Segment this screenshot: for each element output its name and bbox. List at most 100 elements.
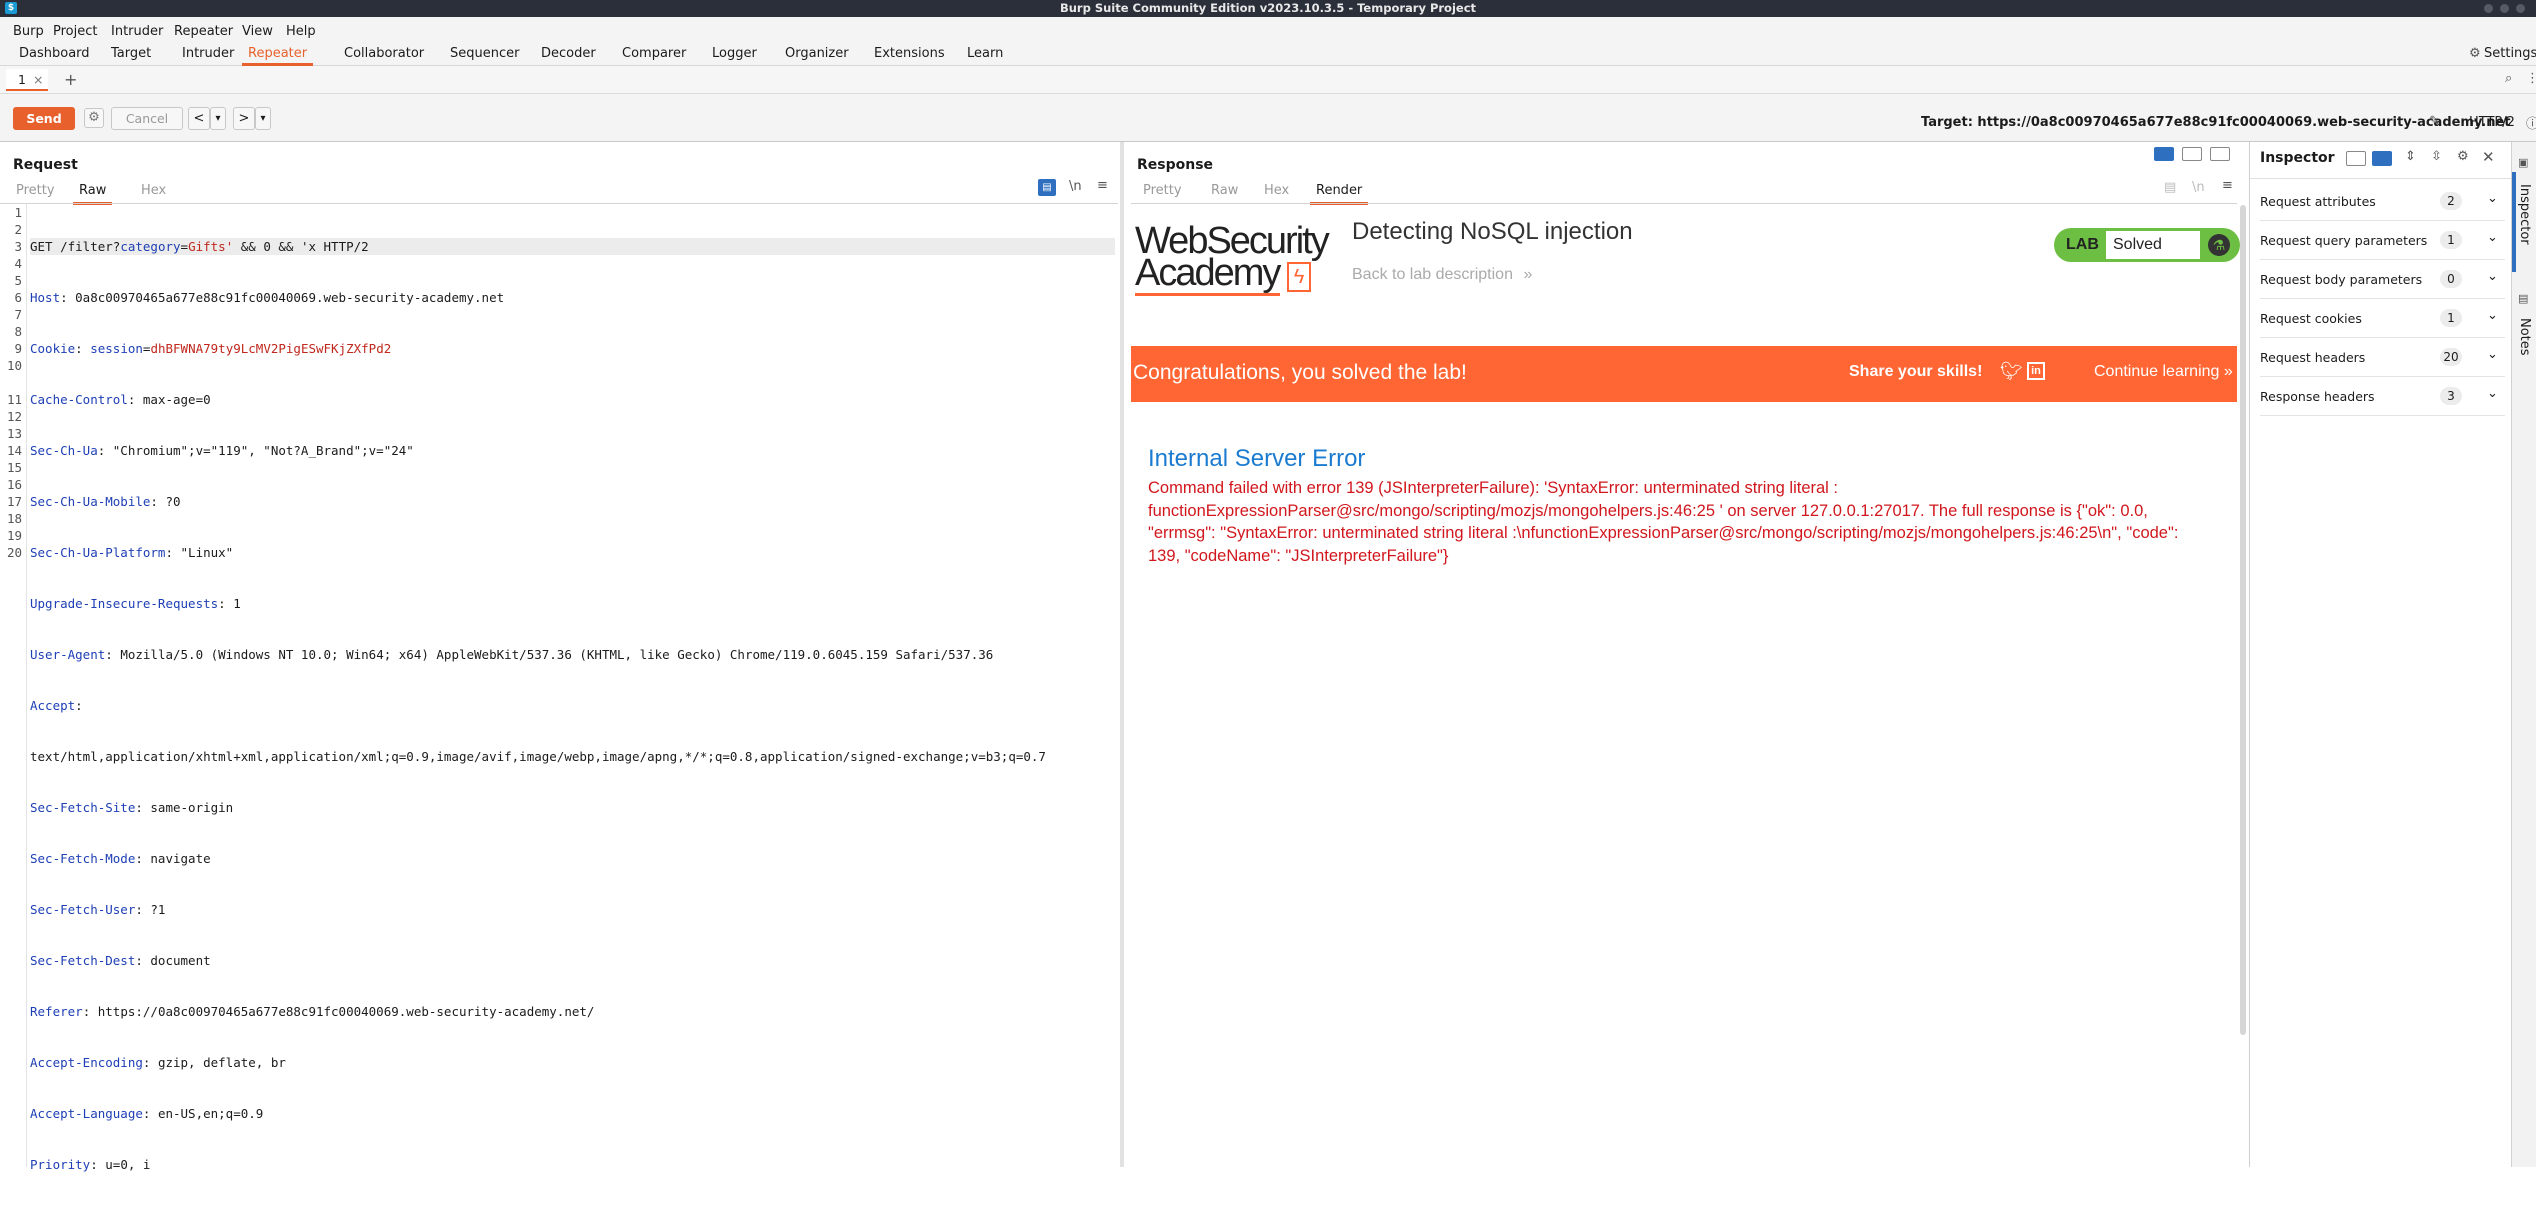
request-line: GET /filter?category=Gifts' && 0 && 'x H… [30,238,1115,255]
search-icon[interactable]: ⌕ [2505,71,2512,86]
tab-extensions[interactable]: Extensions [874,44,945,66]
header-sec-fetch-site: Sec-Fetch-Site: same-origin [30,800,234,815]
header-host: Host: 0a8c00970465a677e88c91fc00040069.w… [30,290,505,305]
response-title: Response [1137,157,1214,173]
tab-learn[interactable]: Learn [967,44,1003,66]
double-chevron-icon: » [1523,266,1533,283]
maximize-icon[interactable] [2500,4,2509,13]
minimize-icon[interactable] [2484,4,2493,13]
inspector-settings-gear-icon[interactable]: ⚙ [2457,149,2469,164]
layout-tabbed-icon[interactable] [2210,147,2230,161]
back-button[interactable]: < [188,107,210,130]
header-accept-language: Accept-Language: en-US,en;q=0.9 [30,1106,264,1121]
menu-burp[interactable]: Burp [13,24,44,39]
collapse-all-icon[interactable]: ⇳ [2431,149,2442,164]
request-editor[interactable]: 1 2 3 4 5 6 7 8 9 10 11 12 13 14 15 16 1… [0,204,1124,1172]
inspector-layout-list-icon[interactable] [2346,151,2366,166]
gear-icon[interactable]: ⚙ [2469,46,2481,61]
inspector-layout-split-icon[interactable] [2372,151,2392,166]
inspector-section-request-cookies[interactable]: Request cookies 1 ⌄ [2260,299,2505,338]
menu-help[interactable]: Help [286,24,316,39]
menu-repeater[interactable]: Repeater [174,24,233,39]
response-tab-pretty[interactable]: Pretty [1143,183,1182,198]
lab-title: Detecting NoSQL injection [1352,218,1633,245]
lab-status-text: Solved [2113,236,2162,253]
cancel-button[interactable]: Cancel [111,107,183,130]
request-menu-icon[interactable]: ≡ [1097,178,1108,193]
menu-intruder[interactable]: Intruder [111,24,163,39]
layout-stacked-icon[interactable] [2182,147,2202,161]
request-tab-raw[interactable]: Raw [73,183,113,205]
inspector-section-request-attributes[interactable]: Request attributes 2 ⌄ [2260,182,2505,221]
header-cookie: Cookie: session=dhBFWNA79ty9LcMV2PigESwF… [30,341,392,356]
response-tab-render[interactable]: Render [1310,183,1369,205]
settings-button[interactable]: Settings [2484,44,2536,66]
request-response-splitter[interactable] [1120,142,1124,1167]
linkedin-icon[interactable]: in [2027,362,2045,380]
close-window-icon[interactable] [2516,4,2525,13]
inspector-section-request-body-parameters[interactable]: Request body parameters 0 ⌄ [2260,260,2505,299]
notes-rail-icon: ▤ [2518,292,2529,305]
tab-intruder[interactable]: Intruder [182,44,234,66]
inspector-title: Inspector [2260,150,2335,166]
request-title: Request [13,157,78,173]
response-pretty-icon: ▤ [2164,180,2177,195]
response-menu-icon[interactable]: ≡ [2222,178,2233,193]
header-accept: Accept: [30,698,83,713]
inspector-rail-tab[interactable]: Inspector [2517,184,2532,245]
count-badge: 1 [2440,231,2462,249]
tab-repeater[interactable]: Repeater [242,44,314,66]
header-accept-encoding: Accept-Encoding: gzip, deflate, br [30,1055,286,1070]
forward-button[interactable]: > [233,107,255,130]
send-settings-gear-icon[interactable]: ⚙ [84,108,104,128]
tab-collaborator[interactable]: Collaborator [344,44,424,66]
notes-rail-tab[interactable]: Notes [2517,318,2532,356]
back-history-dropdown[interactable]: ▾ [210,107,226,130]
header-referer: Referer: https://0a8c00970465a677e88c91f… [30,1004,595,1019]
continue-learning-link[interactable]: Continue learning » [2094,363,2233,381]
layout-side-by-side-icon[interactable] [2154,147,2174,161]
inspector-section-request-query-parameters[interactable]: Request query parameters 1 ⌄ [2260,221,2505,260]
tab-sequencer[interactable]: Sequencer [450,44,519,66]
pretty-print-icon[interactable]: ▤ [1038,179,1056,196]
tab-comparer[interactable]: Comparer [622,44,686,66]
count-badge: 0 [2440,270,2462,288]
forward-history-dropdown[interactable]: ▾ [255,107,271,130]
close-tab-icon[interactable]: × [33,72,43,87]
tab-logger[interactable]: Logger [712,44,757,66]
tab-organizer[interactable]: Organizer [785,44,849,66]
inspector-section-response-headers[interactable]: Response headers 3 ⌄ [2260,377,2505,416]
response-tab-raw[interactable]: Raw [1211,183,1238,198]
tab-target[interactable]: Target [111,44,151,66]
chevron-down-icon: ⌄ [2487,386,2498,401]
header-sec-ch-ua-mobile: Sec-Ch-Ua-Mobile: ?0 [30,494,181,509]
tab-decoder[interactable]: Decoder [541,44,596,66]
chevron-down-icon: ⌄ [2487,347,2498,362]
response-scrollbar[interactable] [2240,205,2246,1035]
add-tab-icon[interactable]: + [64,70,77,89]
repeater-tab-1[interactable]: 1 × [6,69,48,91]
menu-view[interactable]: View [242,24,273,39]
target-label[interactable]: Target: https://0a8c00970465a677e88c91fc… [1921,115,2511,130]
more-icon[interactable]: ⋮ [2526,71,2536,86]
tab-dashboard[interactable]: Dashboard [19,44,90,66]
newline-toggle-icon[interactable]: \n [1069,179,1082,194]
back-to-lab-description-link[interactable]: Back to lab description » [1352,266,1532,284]
send-button[interactable]: Send [13,107,75,130]
continue-arrow-icon: » [2223,363,2233,380]
menu-project[interactable]: Project [53,24,97,39]
request-tab-hex[interactable]: Hex [141,183,166,198]
twitter-icon[interactable]: 🐦︎ [2000,361,2023,382]
request-tab-pretty[interactable]: Pretty [16,183,55,198]
share-skills-text: Share your skills! [1849,363,1983,380]
lab-badge: LAB [2066,236,2099,253]
expand-all-icon[interactable]: ⇕ [2405,149,2416,164]
help-icon[interactable]: ⓘ [2526,113,2536,132]
lightning-icon: ϟ [1287,262,1311,292]
http-version-label[interactable]: HTTP/2 [2469,115,2515,130]
header-sec-fetch-mode: Sec-Fetch-Mode: navigate [30,851,211,866]
response-tab-hex[interactable]: Hex [1264,183,1289,198]
edit-target-pencil-icon[interactable]: ✎ [2429,114,2440,129]
inspector-close-icon[interactable]: ✕ [2482,148,2495,166]
inspector-section-request-headers[interactable]: Request headers 20 ⌄ [2260,338,2505,377]
